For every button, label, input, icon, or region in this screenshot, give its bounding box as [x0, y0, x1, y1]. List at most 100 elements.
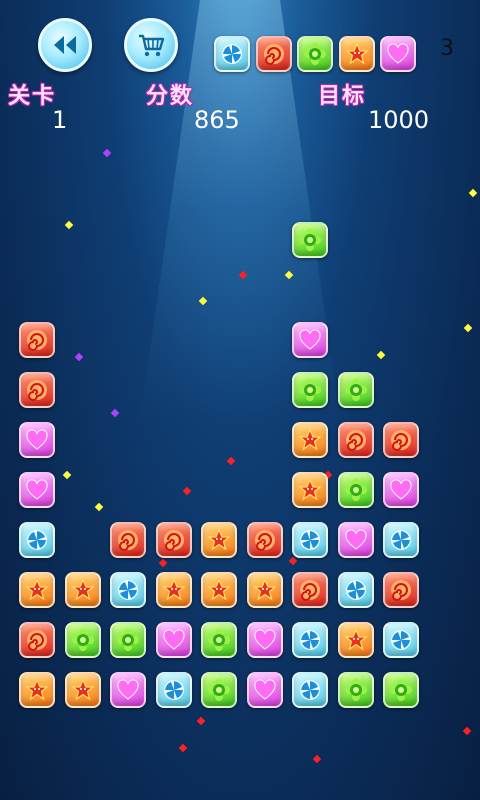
- score-value: 865: [194, 106, 240, 134]
- candy-tile[interactable]: [19, 622, 55, 658]
- candy-tile[interactable]: [337, 572, 374, 608]
- flower-candy-icon: [117, 629, 139, 651]
- candy-tile[interactable]: [337, 672, 374, 708]
- target-tile: [214, 36, 250, 72]
- candy-tile[interactable]: [383, 672, 419, 708]
- candy-tile[interactable]: [19, 472, 55, 508]
- star-candy-icon: [161, 578, 186, 601]
- swirl-candy-icon: [300, 580, 320, 601]
- sparkle-icon: [284, 270, 294, 280]
- heart-candy-icon: [26, 479, 48, 500]
- heart-candy-icon: [344, 529, 367, 550]
- candy-tile[interactable]: [19, 522, 55, 558]
- sparkle-icon: [462, 726, 472, 736]
- level-label: 关卡: [8, 84, 57, 109]
- candy-tile[interactable]: [383, 472, 419, 508]
- sparkle-icon: [102, 148, 112, 158]
- candy-tile[interactable]: [383, 572, 419, 608]
- sparkle-icon: [62, 470, 72, 480]
- candy-tile[interactable]: [337, 472, 374, 508]
- candy-tile[interactable]: [64, 622, 101, 658]
- swirl-candy-icon: [163, 530, 184, 551]
- candy-tile[interactable]: [155, 522, 192, 558]
- candy-tile[interactable]: [383, 422, 419, 458]
- swirl-candy-icon: [263, 44, 284, 65]
- candy-tile[interactable]: [292, 372, 328, 408]
- pinwheel-candy-icon: [300, 630, 320, 650]
- candy-tile[interactable]: [246, 622, 283, 658]
- candy-tile[interactable]: [19, 422, 55, 458]
- candy-tile[interactable]: [292, 322, 328, 358]
- star-candy-icon: [298, 478, 322, 501]
- rewind-icon: [54, 36, 76, 54]
- flower-candy-icon: [208, 629, 230, 651]
- target-tile: [380, 36, 416, 72]
- shop-button[interactable]: [124, 18, 178, 72]
- sparkle-icon: [288, 556, 298, 566]
- candy-tile[interactable]: [337, 622, 374, 658]
- candy-tile[interactable]: [64, 572, 101, 608]
- candy-tile[interactable]: [19, 322, 55, 358]
- swirl-candy-icon: [254, 530, 275, 551]
- score-label: 分数: [146, 84, 195, 109]
- candy-tile[interactable]: [155, 572, 192, 608]
- candy-tile[interactable]: [246, 572, 283, 608]
- sparkle-icon: [182, 486, 192, 496]
- swirl-candy-icon: [118, 530, 138, 551]
- candy-tile[interactable]: [292, 672, 328, 708]
- candy-tile[interactable]: [246, 522, 283, 558]
- candy-tile[interactable]: [337, 372, 374, 408]
- star-candy-icon: [25, 678, 49, 701]
- pinwheel-candy-icon: [300, 530, 320, 550]
- candy-tile[interactable]: [246, 672, 283, 708]
- candy-tile[interactable]: [19, 572, 55, 608]
- candy-tile[interactable]: [110, 622, 146, 658]
- candy-tile[interactable]: [110, 572, 146, 608]
- candy-tile[interactable]: [201, 622, 237, 658]
- candy-tile[interactable]: [292, 222, 328, 258]
- candy-tile[interactable]: [292, 472, 328, 508]
- pinwheel-candy-icon: [391, 530, 411, 550]
- flower-candy-icon: [304, 43, 326, 65]
- star-candy-icon: [298, 428, 322, 451]
- candy-tile[interactable]: [110, 522, 146, 558]
- candy-tile[interactable]: [155, 672, 192, 708]
- candy-tile[interactable]: [155, 622, 192, 658]
- flower-candy-icon: [390, 679, 412, 701]
- level-value: 1: [52, 106, 68, 134]
- sparkle-icon: [463, 323, 473, 333]
- pinwheel-candy-icon: [118, 580, 138, 600]
- candy-tile[interactable]: [292, 622, 328, 658]
- flower-candy-icon: [344, 379, 367, 401]
- candy-tile[interactable]: [201, 672, 237, 708]
- swirl-candy-icon: [27, 330, 47, 351]
- star-candy-icon: [343, 628, 368, 651]
- sparkle-icon: [74, 352, 84, 362]
- candy-tile[interactable]: [64, 672, 101, 708]
- sparkle-icon: [94, 502, 104, 512]
- heart-candy-icon: [162, 629, 185, 650]
- candy-tile[interactable]: [337, 422, 374, 458]
- target-tile: [297, 36, 333, 72]
- candy-tile[interactable]: [19, 372, 55, 408]
- star-candy-icon: [207, 528, 231, 551]
- star-candy-icon: [207, 578, 231, 601]
- target-tile: [255, 36, 292, 72]
- candy-tile[interactable]: [201, 522, 237, 558]
- pinwheel-candy-icon: [27, 530, 47, 550]
- candy-tile[interactable]: [201, 572, 237, 608]
- candy-tile[interactable]: [383, 522, 419, 558]
- pinwheel-candy-icon: [163, 680, 184, 700]
- candy-tile[interactable]: [383, 622, 419, 658]
- candy-tile[interactable]: [292, 572, 328, 608]
- candy-tile[interactable]: [292, 522, 328, 558]
- candy-tile[interactable]: [19, 672, 55, 708]
- sparkle-icon: [312, 754, 322, 764]
- candy-tile[interactable]: [292, 422, 328, 458]
- sparkle-icon: [196, 716, 206, 726]
- candy-tile[interactable]: [337, 522, 374, 558]
- sparkle-icon: [64, 220, 74, 230]
- heart-candy-icon: [299, 329, 321, 350]
- candy-tile[interactable]: [110, 672, 146, 708]
- back-button[interactable]: [38, 18, 92, 72]
